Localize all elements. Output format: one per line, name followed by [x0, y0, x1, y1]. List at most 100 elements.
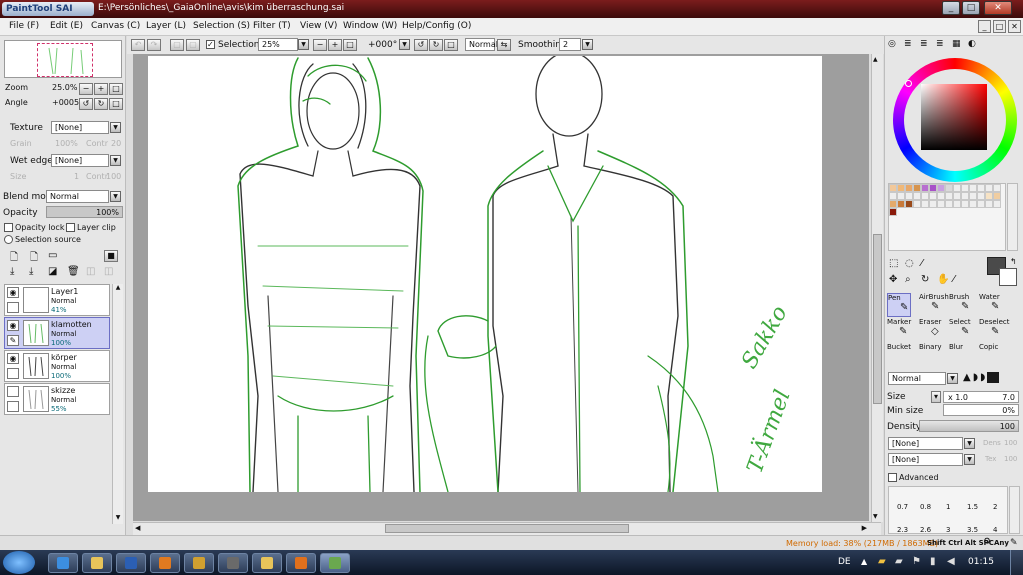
lock-toggle[interactable] [7, 401, 19, 412]
zoom-reset-button[interactable]: □ [109, 83, 123, 95]
size-slider[interactable]: x 1.0 7.0 [943, 391, 1019, 403]
new-linework-layer-icon[interactable]: 🗋 [30, 250, 38, 267]
eye-icon[interactable]: ◉ [7, 353, 19, 364]
eye-icon[interactable]: ◉ [7, 320, 19, 331]
hsv-slider-tab[interactable]: ≣ [920, 39, 928, 49]
move-icon[interactable]: ✥ [889, 274, 897, 285]
brush-size-preset[interactable]: 2.6 [920, 526, 931, 534]
scroll-down-icon[interactable]: ▼ [873, 513, 878, 520]
color-mixer-tab[interactable]: ≣ [936, 39, 944, 49]
tool-binary[interactable]: Binary [919, 343, 943, 367]
flip-horizontal-icon[interactable]: ⇆ [497, 39, 511, 51]
mdi-restore-button[interactable]: □ [993, 20, 1006, 33]
lasso-icon[interactable]: ◌ [905, 258, 914, 269]
saturation-value-square[interactable] [921, 84, 987, 150]
eyedropper-icon[interactable]: ⁄ [953, 274, 955, 285]
mdi-close-button[interactable]: ✕ [1008, 20, 1021, 33]
rotate-left-button[interactable]: ↺ [79, 98, 93, 110]
vertical-scroll-thumb[interactable] [873, 234, 882, 404]
rotate-left-icon[interactable]: ↺ [414, 39, 428, 51]
menu-file[interactable]: File (F) [9, 21, 39, 31]
zoom-fit-icon[interactable]: □ [343, 39, 357, 51]
tray-device-icon[interactable]: ▰ [895, 556, 903, 567]
zoom-icon[interactable]: ⌕ [905, 274, 911, 285]
chevron-down-icon[interactable]: ▼ [298, 39, 309, 50]
canvas-horizontal-scrollbar[interactable]: ◀ ▶ [133, 522, 881, 535]
rect-select-icon[interactable]: ⬚ [889, 258, 898, 269]
opacity-lock-checkbox[interactable] [4, 223, 13, 232]
volume-icon[interactable]: ◀ [947, 556, 955, 567]
chevron-down-icon[interactable]: ▼ [399, 39, 410, 50]
navigator-preview[interactable] [4, 40, 122, 78]
lock-toggle[interactable] [7, 368, 19, 379]
zoom-in-button[interactable]: + [94, 83, 108, 95]
tool-copic[interactable]: Copic [979, 343, 1003, 367]
brush-size-preset[interactable]: 1 [946, 503, 950, 511]
tool-pen[interactable]: Pen ✎ [887, 293, 911, 317]
blend-mode-select[interactable]: Normal [46, 190, 109, 203]
language-indicator[interactable]: DE [838, 557, 851, 567]
close-button[interactable]: ✕ [984, 1, 1012, 15]
zoom-out-icon[interactable]: − [313, 39, 327, 51]
deselect-icon[interactable]: ▢ [170, 39, 184, 51]
view-mode-select[interactable]: Normal [465, 38, 498, 51]
canvas-vertical-scrollbar[interactable]: ▲ ▼ [871, 54, 883, 522]
lock-toggle[interactable] [7, 302, 19, 313]
zoom-out-button[interactable]: − [79, 83, 93, 95]
undo-icon[interactable]: ↶ [131, 39, 145, 51]
eye-icon[interactable]: ◉ [7, 287, 19, 298]
rotate-icon[interactable]: ↻ [921, 274, 929, 285]
brush-texture-select[interactable]: [None] [888, 437, 963, 450]
rotate-right-icon[interactable]: ↻ [429, 39, 443, 51]
angle-value[interactable]: +0005 [52, 98, 79, 107]
layer-item-selected[interactable]: ◉ ✎ klamotten Normal 100% [4, 317, 110, 349]
taskbar-folders[interactable] [252, 553, 282, 573]
texture-select[interactable]: [None] [51, 121, 109, 134]
invert-selection-icon[interactable]: ▢ [186, 39, 200, 51]
brush-size-preset[interactable]: 3 [946, 526, 950, 534]
scroll-right-icon[interactable]: ▶ [862, 524, 867, 532]
tool-select[interactable]: Select ✎ [949, 318, 973, 342]
brush-size-preset[interactable]: 0.7 [897, 503, 908, 511]
swatch-grid[interactable] [888, 183, 1006, 251]
chevron-down-icon[interactable]: ▼ [110, 155, 121, 166]
layer-item[interactable]: ◉ Layer1 Normal 41% [4, 284, 110, 316]
secondary-color-swatch[interactable] [999, 268, 1017, 286]
menu-edit[interactable]: Edit (E) [50, 21, 83, 31]
brush-size-preset[interactable]: 4 [993, 526, 997, 534]
clear-layer-icon[interactable]: ◪ [48, 266, 57, 277]
menu-window[interactable]: Window (W) [343, 21, 397, 31]
chevron-down-icon[interactable]: ▼ [964, 454, 975, 465]
layer-mask-icon[interactable]: ■ [104, 250, 118, 262]
brush-shape-select[interactable]: [None] [888, 453, 963, 466]
scratchpad-tab[interactable]: ◐ [968, 39, 976, 49]
tool-bucket[interactable]: Bucket [887, 343, 911, 367]
delete-layer-icon[interactable]: 🗑 [67, 266, 80, 277]
tray-flag-icon[interactable]: ⚑ [912, 556, 921, 567]
magic-wand-icon[interactable]: ⁄ [921, 258, 923, 269]
density-slider[interactable]: 100 [919, 420, 1019, 432]
brush-size-preset[interactable]: 0.8 [920, 503, 931, 511]
swap-colors-icon[interactable]: ↰ [1010, 257, 1017, 266]
tool-eraser[interactable]: Eraser ◇ [919, 318, 943, 342]
taskbar-sai[interactable] [320, 553, 350, 573]
tool-deselect[interactable]: Deselect ✎ [979, 318, 1010, 342]
brush-shape-selector[interactable]: ▲◗◗■ [963, 372, 1015, 385]
advanced-checkbox[interactable] [888, 473, 897, 482]
redo-icon[interactable]: ↷ [147, 39, 161, 51]
rotate-reset-icon[interactable]: □ [444, 39, 458, 51]
layer-clip-checkbox[interactable] [66, 223, 75, 232]
min-size-slider[interactable]: 0% [943, 404, 1019, 416]
size-multiplier-button[interactable]: ▾ [931, 391, 941, 403]
taskbar-ie[interactable] [48, 553, 78, 573]
new-folder-icon[interactable]: ▭ [48, 250, 57, 261]
menu-view[interactable]: View (V) [300, 21, 337, 31]
taskbar-explorer[interactable] [82, 553, 112, 573]
transfer-down-icon[interactable]: ⤓ [10, 266, 14, 277]
menu-layer[interactable]: Layer (L) [146, 21, 186, 31]
tray-network-icon[interactable]: ▰ [878, 556, 886, 567]
pen-icon[interactable]: ✎ [7, 335, 19, 346]
menu-canvas[interactable]: Canvas (C) [91, 21, 140, 31]
scroll-left-icon[interactable]: ◀ [135, 524, 140, 532]
start-button[interactable] [3, 551, 35, 574]
